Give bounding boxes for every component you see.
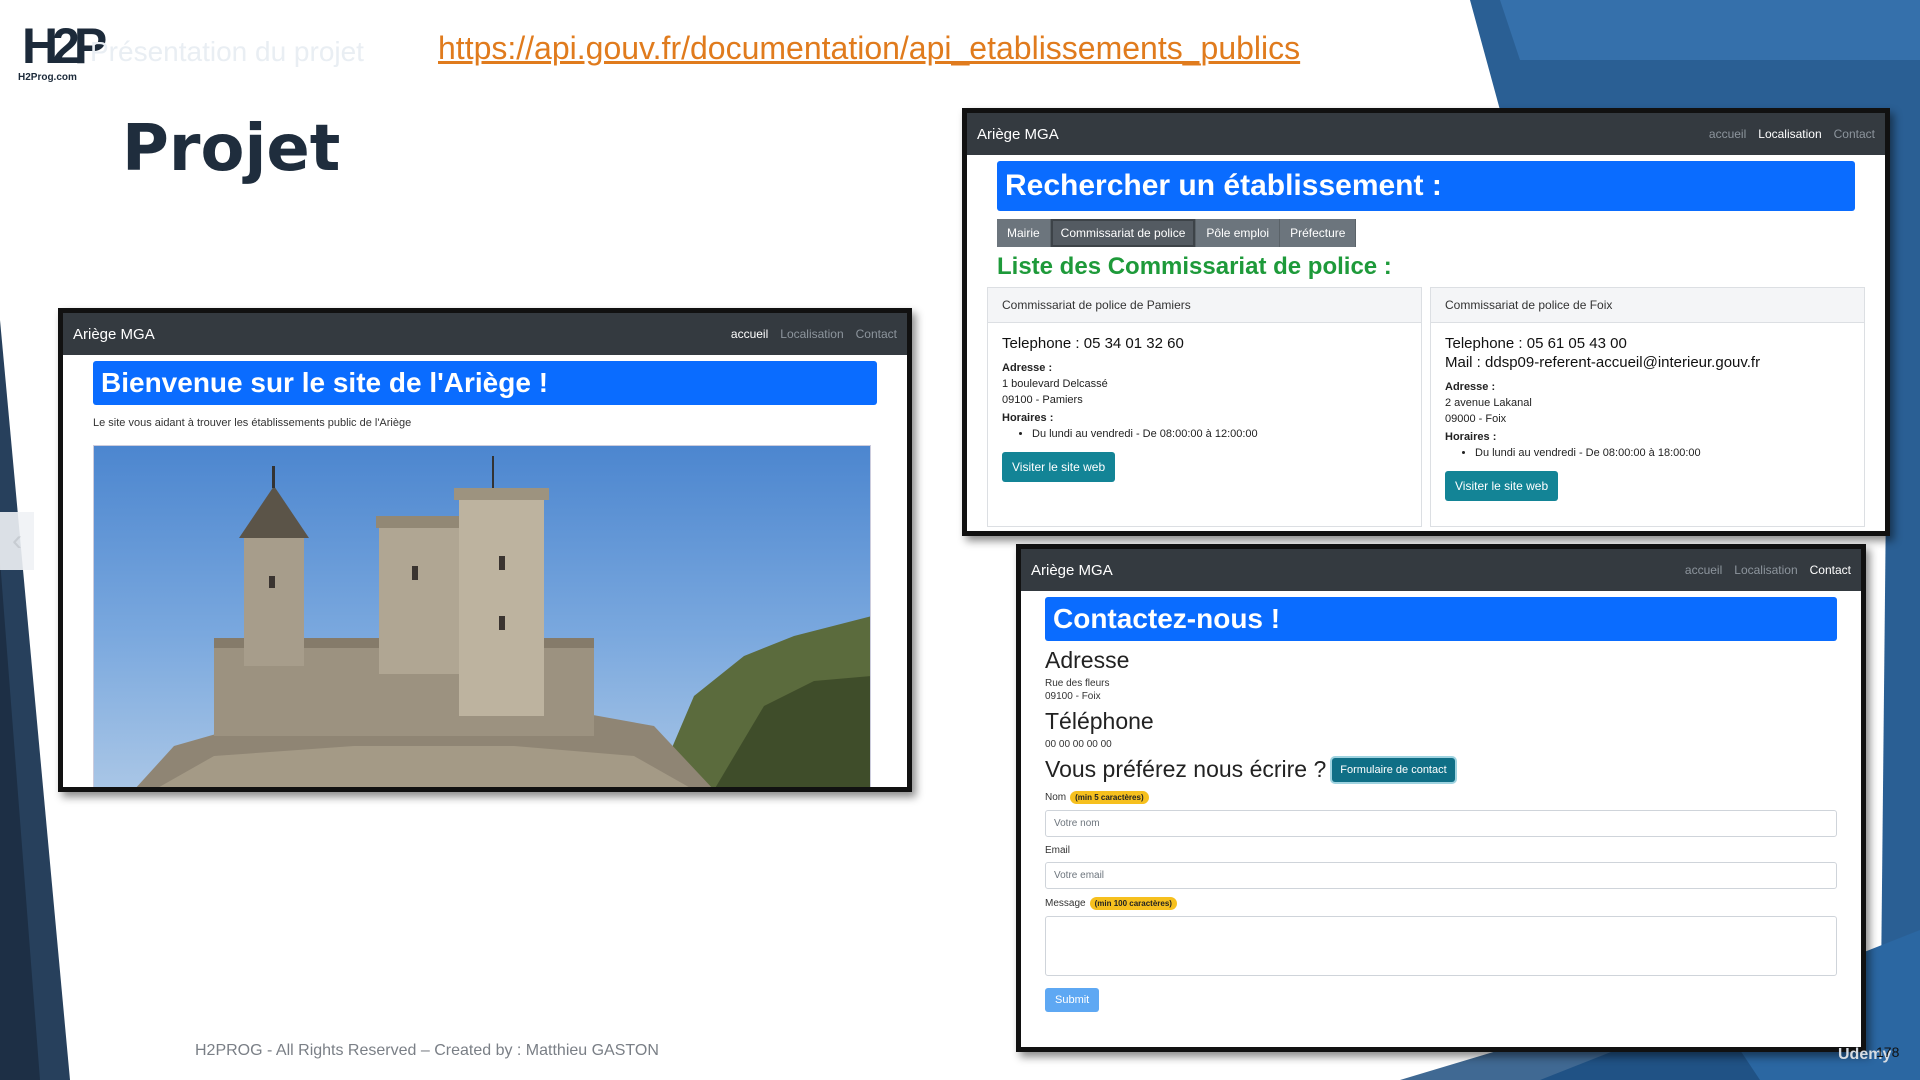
- establishment-cards: Commissariat de police de Pamiers Teleph…: [987, 287, 1865, 527]
- nav-link-accueil[interactable]: accueil: [731, 327, 768, 341]
- nav-link-accueil[interactable]: accueil: [1685, 563, 1722, 577]
- previous-slide-arrow-icon[interactable]: ‹: [0, 512, 34, 570]
- card-body: Telephone : 05 61 05 43 00 Mail : ddsp09…: [1431, 323, 1864, 513]
- navbar-brand[interactable]: Ariège MGA: [977, 126, 1059, 143]
- nav-link-contact[interactable]: Contact: [1834, 127, 1875, 141]
- logo-subtext: H2Prog.com: [18, 72, 77, 83]
- message-textarea[interactable]: [1045, 916, 1837, 976]
- screenshot-contact: Ariège MGA accueil Localisation Contact …: [1016, 544, 1866, 1052]
- navbar: Ariège MGA accueil Localisation Contact: [1021, 549, 1861, 591]
- card-address-line: 1 boulevard Delcassé: [1002, 378, 1108, 390]
- establishment-card: Commissariat de police de Foix Telephone…: [1430, 287, 1865, 527]
- slide-page-number: 178: [1876, 1044, 1900, 1060]
- card-telephone: Telephone : 05 34 01 32 60: [1002, 335, 1184, 352]
- nav-links: accueil Localisation Contact: [1709, 127, 1875, 141]
- card-address-city: 09000 - Foix: [1445, 413, 1507, 425]
- tab-mairie[interactable]: Mairie: [997, 219, 1051, 247]
- nav-links: accueil Localisation Contact: [1685, 563, 1851, 577]
- nav-link-localisation[interactable]: Localisation: [780, 327, 843, 341]
- castle-illustration: [136, 456, 870, 787]
- list-title: Liste des Commissariat de police :: [997, 253, 1392, 280]
- nav-link-contact[interactable]: Contact: [1810, 563, 1851, 577]
- contact-content: Adresse Rue des fleurs 09100 - Foix Télé…: [1021, 647, 1861, 1012]
- nom-min-badge: (min 5 caractères): [1070, 791, 1149, 804]
- message-label-text: Message: [1045, 898, 1086, 909]
- h2prog-logo: H2P H2Prog.com: [14, 18, 107, 88]
- navbar-brand[interactable]: Ariège MGA: [73, 326, 155, 343]
- adresse-city: 09100 - Foix: [1045, 691, 1101, 702]
- card-telephone: Telephone : 05 61 05 43 00: [1445, 335, 1627, 352]
- write-row: Vous préférez nous écrire ? Formulaire d…: [1045, 756, 1837, 783]
- navbar: Ariège MGA accueil Localisation Contact: [967, 113, 1885, 155]
- adresse-heading: Adresse: [1045, 647, 1130, 673]
- email-label-text: Email: [1045, 845, 1071, 856]
- adresse-line: Rue des fleurs: [1045, 678, 1110, 689]
- card-horaires-label: Horaires :: [1445, 431, 1497, 443]
- nav-links: accueil Localisation Contact: [731, 327, 897, 341]
- card-adresse-label: Adresse :: [1002, 362, 1053, 374]
- visit-website-button[interactable]: Visiter le site web: [1002, 452, 1116, 482]
- tab-prefecture[interactable]: Préfecture: [1280, 219, 1357, 247]
- nav-link-contact[interactable]: Contact: [856, 327, 897, 341]
- telephone-value: 00 00 00 00 00: [1045, 739, 1112, 750]
- card-horaires-label: Horaires :: [1002, 412, 1054, 424]
- navbar: Ariège MGA accueil Localisation Contact: [63, 313, 907, 355]
- slide-title: Projet: [122, 112, 341, 186]
- email-label: Email: [1045, 845, 1837, 856]
- faded-slide-heading: Présentation du projet: [90, 36, 364, 67]
- visit-website-button[interactable]: Visiter le site web: [1445, 471, 1559, 501]
- nom-input[interactable]: Votre nom: [1045, 810, 1837, 837]
- api-documentation-link[interactable]: https://api.gouv.fr/documentation/api_et…: [438, 30, 1300, 67]
- nav-link-localisation[interactable]: Localisation: [1758, 127, 1821, 141]
- card-mail: Mail : ddsp09-referent-accueil@interieur…: [1445, 354, 1761, 371]
- welcome-banner: Bienvenue sur le site de l'Ariège !: [93, 361, 877, 405]
- message-label: Message (min 100 caractères): [1045, 897, 1837, 910]
- castle-photo: [93, 445, 871, 787]
- establishment-tabs: Mairie Commissariat de police Pôle emplo…: [997, 219, 1855, 247]
- contact-form-button[interactable]: Formulaire de contact: [1332, 757, 1455, 782]
- establishment-card: Commissariat de police de Pamiers Teleph…: [987, 287, 1422, 527]
- card-header: Commissariat de police de Pamiers: [988, 288, 1421, 323]
- submit-button[interactable]: Submit: [1045, 988, 1100, 1012]
- nom-label: Nom (min 5 caractères): [1045, 791, 1837, 804]
- nav-link-localisation[interactable]: Localisation: [1734, 563, 1797, 577]
- site-subtitle: Le site vous aidant à trouver les établi…: [93, 417, 412, 429]
- message-min-badge: (min 100 caractères): [1089, 897, 1177, 910]
- card-body: Telephone : 05 34 01 32 60 Adresse : 1 b…: [988, 323, 1421, 494]
- telephone-heading: Téléphone: [1045, 708, 1154, 734]
- nom-label-text: Nom: [1045, 792, 1067, 803]
- navbar-brand[interactable]: Ariège MGA: [1031, 562, 1113, 579]
- write-heading: Vous préférez nous écrire ?: [1045, 756, 1327, 782]
- screenshot-accueil: Ariège MGA accueil Localisation Contact …: [58, 308, 912, 792]
- card-horaires-item: Du lundi au vendredi - De 08:00:00 à 18:…: [1475, 447, 1850, 459]
- card-adresse-label: Adresse :: [1445, 381, 1496, 393]
- slide-footer: H2PROG - All Rights Reserved – Created b…: [195, 1042, 659, 1059]
- tab-commissariat[interactable]: Commissariat de police: [1050, 219, 1197, 247]
- card-horaires-item: Du lundi au vendredi - De 08:00:00 à 12:…: [1032, 428, 1407, 440]
- email-input[interactable]: Votre email: [1045, 862, 1837, 889]
- card-address-city: 09100 - Pamiers: [1002, 394, 1083, 406]
- tab-pole-emploi[interactable]: Pôle emploi: [1196, 219, 1281, 247]
- card-address-line: 2 avenue Lakanal: [1445, 397, 1532, 409]
- screenshot-localisation: Ariège MGA accueil Localisation Contact …: [962, 108, 1890, 536]
- nav-link-accueil[interactable]: accueil: [1709, 127, 1746, 141]
- contact-banner: Contactez-nous !: [1045, 597, 1837, 641]
- card-header: Commissariat de police de Foix: [1431, 288, 1864, 323]
- search-banner: Rechercher un établissement :: [997, 161, 1855, 211]
